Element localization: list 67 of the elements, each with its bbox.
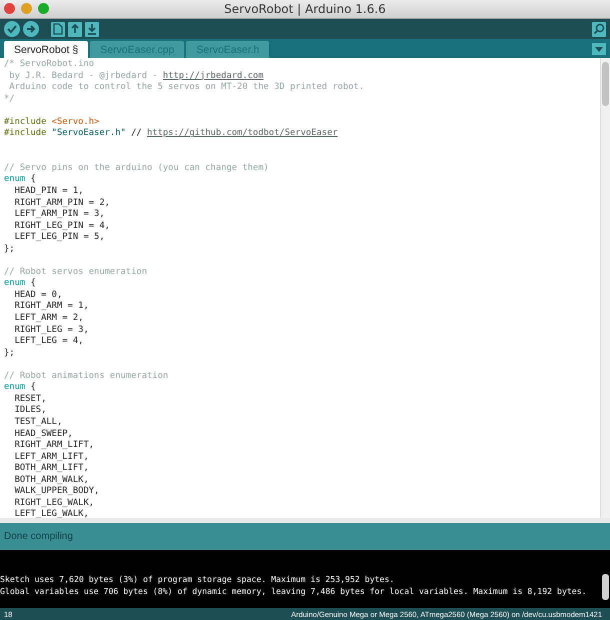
magnifier-icon — [593, 23, 605, 35]
console-line: Sketch uses 7,620 bytes (3%) of program storage space. Maximum is 253,952 bytes. — [0, 573, 396, 585]
scroll-thumb[interactable] — [602, 62, 609, 106]
window-title: ServoRobot | Arduino 1.6.6 — [224, 2, 386, 16]
code-text: BOTH_ARM_WALK, — [14, 474, 89, 485]
zoom-icon[interactable] — [38, 3, 49, 14]
code-text: LEFT_ARM_LIFT, — [14, 452, 89, 462]
code-text: LEFT_LEG_WALK, — [14, 509, 89, 518]
code-comment: */ — [4, 94, 15, 104]
code-text: HEAD_PIN = 1, — [14, 186, 84, 196]
tab-menu-button[interactable] — [592, 43, 606, 55]
code-text: WALK_UPPER_BODY, — [14, 486, 100, 496]
code-text: LEFT_ARM = 2, — [14, 313, 84, 324]
code-link[interactable]: https://github.com/todbot/ServoEaser — [147, 128, 338, 138]
code-comment: by J.R. Bedard - @jrbedard - — [8, 70, 159, 81]
code-comment: // Robot animations enumeration — [4, 370, 168, 381]
code-text: RIGHT_ARM_LIFT, — [14, 440, 94, 450]
code-text: RIGHT_LEG_PIN = 4, — [14, 220, 110, 231]
code-comment: // Servo pins on the arduino (you can change them) — [4, 162, 269, 173]
code-text: HEAD_SWEEP, — [14, 428, 73, 438]
code-comment: /* ServoRobot.ino — [4, 59, 94, 69]
code-comment: Arduino code to control the 5 servos on MT-20 the 3D printed robot. — [8, 82, 364, 92]
code-text: RESET, — [14, 394, 46, 404]
header-name: <Servo.h> — [52, 116, 100, 127]
preprocessor-directive: #include — [4, 128, 46, 138]
preprocessor-directive: #include — [4, 116, 46, 127]
arrow-down-icon — [87, 23, 97, 35]
arrow-right-icon — [25, 23, 37, 35]
code-text: { — [29, 278, 36, 288]
scrollbar[interactable] — [602, 574, 609, 600]
code-text: // — [130, 128, 143, 138]
new-button[interactable] — [51, 22, 65, 36]
code-text: HEAD = 0, — [14, 290, 62, 300]
code-text: RIGHT_ARM_PIN = 2, — [14, 198, 110, 208]
code-text: RIGHT_ARM = 1, — [14, 301, 89, 312]
string-literal: "ServoEaser.h" — [52, 128, 126, 138]
serial-monitor-button[interactable] — [592, 22, 606, 36]
code-text: IDLES, — [14, 405, 46, 416]
caret-icon — [595, 46, 603, 52]
scrollbar[interactable] — [600, 58, 610, 518]
code-text: LEFT_ARM_PIN = 3, — [14, 209, 105, 220]
code-text: RIGHT_LEG = 3, — [14, 324, 89, 335]
code-comment: // Robot servos enumeration — [4, 266, 147, 277]
code-text: }; — [4, 244, 15, 254]
arrow-up-icon — [70, 23, 80, 35]
code-keyword: enum — [4, 174, 26, 184]
verify-button[interactable] — [4, 21, 20, 37]
code-link[interactable]: http://jrbedard.com — [162, 70, 264, 81]
code-text: BOTH_ARM_LIFT, — [14, 463, 89, 474]
code-text: }; — [4, 348, 15, 358]
code-text: RIGHT_LEG_WALK, — [14, 498, 94, 508]
code-text: TEST_ALL, — [14, 416, 62, 427]
code-keyword: enum — [4, 382, 26, 392]
code-text: { — [29, 382, 36, 392]
code-text: LEFT_LEG = 4, — [14, 336, 84, 346]
open-button[interactable] — [68, 22, 82, 36]
console-line: Global variables use 706 bytes (8%) of dynamic memory, leaving 7,486 bytes for local variables. Maximum is 8,192 bytes. — [0, 585, 588, 597]
document-icon — [53, 23, 63, 35]
code-keyword: enum — [4, 278, 26, 288]
status-message: Done compiling — [4, 531, 73, 542]
close-icon[interactable] — [4, 3, 15, 14]
code-text: { — [29, 174, 36, 184]
checkmark-icon — [6, 23, 18, 35]
save-button[interactable] — [85, 22, 99, 36]
upload-button[interactable] — [23, 21, 39, 37]
file-tab[interactable]: ServoRobot § — [4, 41, 88, 58]
code-text: LEFT_LEG_PIN = 5, — [14, 232, 105, 242]
